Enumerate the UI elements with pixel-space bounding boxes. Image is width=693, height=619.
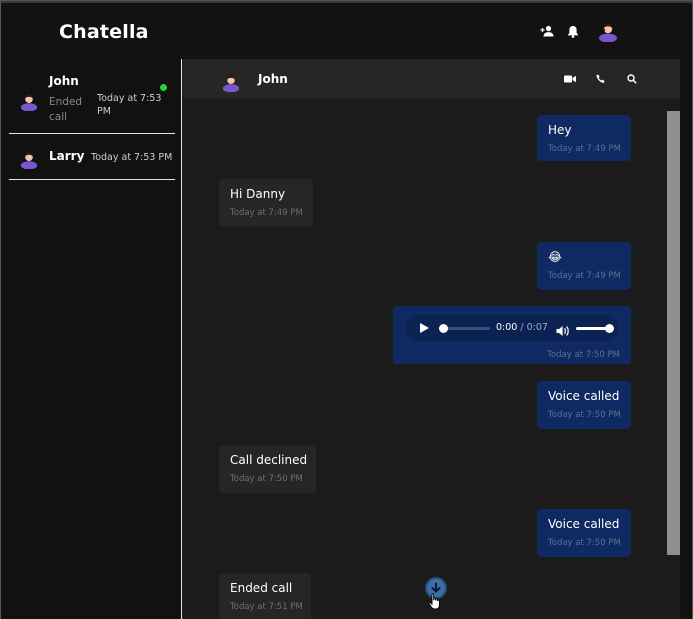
chat-header: John [183,59,692,99]
contact-larry[interactable]: Larry Today at 7:53 PM [9,134,175,180]
audio-time: 0:00 / 0:07 [496,322,548,333]
online-indicator [160,84,167,91]
chat-contact-name: John [258,72,288,86]
contact-name: John [49,74,79,88]
volume-handle[interactable] [605,324,614,333]
message-incoming: Ended call Today at 7:51 PM [219,573,311,619]
message-outgoing: Hey Today at 7:49 PM [537,115,631,161]
app-window: Chatella John Ended call Today at 7:53 P… [0,0,693,619]
contacts-sidebar: John Ended call Today at 7:53 PM Larry T… [1,59,182,619]
play-icon[interactable] [420,323,429,333]
message-outgoing: Voice called Today at 7:50 PM [537,381,631,429]
window-edge [680,59,692,619]
volume-icon[interactable] [556,322,570,336]
message-list[interactable]: Hey Today at 7:49 PM Hi Danny Today at 7… [183,99,667,619]
audio-player[interactable]: 0:00 / 0:07 [405,315,619,341]
scrollbar-thumb[interactable] [667,111,680,555]
message-incoming: Hi Danny Today at 7:49 PM [219,179,313,227]
contact-john[interactable]: John Ended call Today at 7:53 PM [9,59,175,134]
avatar [19,149,39,170]
contact-time: Today at 7:53 PM [97,93,162,117]
contact-last-message: Ended call [49,96,83,123]
avatar [19,91,39,112]
message-incoming: Call declined Today at 7:50 PM [219,445,316,493]
contact-name: Larry [49,149,85,163]
user-avatar[interactable] [597,20,619,43]
video-call-icon[interactable] [563,72,577,86]
contact-time: Today at 7:53 PM [91,152,173,163]
phone-icon[interactable] [594,72,608,86]
seek-handle[interactable] [439,324,448,333]
top-header: Chatella [1,1,692,59]
volume-slider[interactable] [576,324,614,333]
search-icon[interactable] [625,72,639,86]
add-user-icon[interactable] [539,23,555,39]
audio-seek-slider[interactable] [439,324,490,333]
chat-scrollbar[interactable] [667,99,680,619]
brand-logo[interactable]: Chatella [59,21,149,43]
mouse-cursor-icon [428,592,442,610]
message-outgoing: 😂 Today at 7:49 PM [537,242,631,290]
contact-avatar[interactable] [221,72,243,94]
message-outgoing: Voice called Today at 7:50 PM [537,509,631,557]
audio-message: 0:00 / 0:07 Today at 7:50 PM [393,306,631,364]
bell-icon[interactable] [565,23,581,39]
